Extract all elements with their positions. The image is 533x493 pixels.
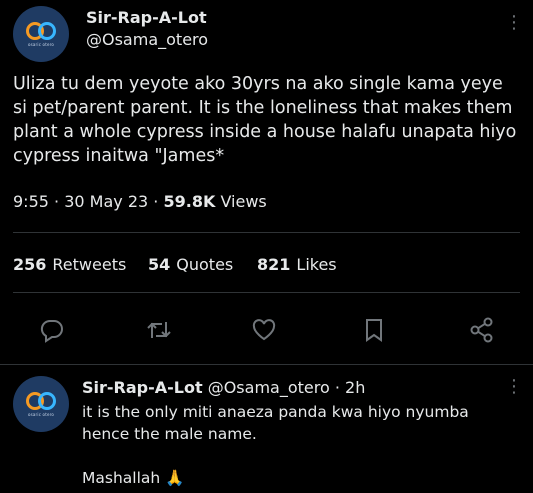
likes-count: 821 xyxy=(257,255,291,274)
reply-more-options-icon[interactable]: ⋮ xyxy=(505,378,523,396)
meta-separator: · xyxy=(54,192,60,211)
quotes-stat[interactable]: 54 Quotes xyxy=(148,255,233,274)
reply-author-name[interactable]: Sir-Rap-A-Lot xyxy=(82,378,203,397)
like-icon[interactable] xyxy=(251,318,277,342)
reply-author-avatar[interactable]: osaric otero xyxy=(13,376,69,432)
reply-author-handle[interactable]: @Osama_otero xyxy=(208,378,330,397)
reply-text-2: Mashallah 🙏 xyxy=(82,467,184,489)
retweet-icon[interactable] xyxy=(145,317,173,343)
divider xyxy=(13,292,520,293)
avatar-caption: osaric otero xyxy=(27,411,55,417)
views-label: Views xyxy=(220,192,267,211)
reply-separator: · xyxy=(334,378,340,397)
avatar-logo-icon xyxy=(24,391,58,410)
bookmark-icon[interactable] xyxy=(363,317,385,343)
tweet-meta: 9:55 · 30 May 23 · 59.8K Views xyxy=(13,192,267,211)
tweet-time[interactable]: 9:55 xyxy=(13,192,49,211)
author-avatar[interactable]: osaric otero xyxy=(13,6,69,62)
share-icon[interactable] xyxy=(468,316,496,344)
reply-header: Sir-Rap-A-Lot @Osama_otero · 2h xyxy=(82,378,365,397)
retweets-label: Retweets xyxy=(52,255,127,274)
avatar-logo-icon xyxy=(24,21,58,40)
praying-hands-icon: 🙏 xyxy=(165,469,185,487)
more-options-icon[interactable]: ⋮ xyxy=(505,14,523,32)
likes-label: Likes xyxy=(296,255,337,274)
retweets-stat[interactable]: 256 Retweets xyxy=(13,255,126,274)
tweet-date[interactable]: 30 May 23 xyxy=(64,192,148,211)
author-name[interactable]: Sir-Rap-A-Lot xyxy=(86,8,207,27)
views-count: 59.8K xyxy=(163,192,216,211)
quotes-count: 54 xyxy=(148,255,171,274)
quotes-label: Quotes xyxy=(176,255,234,274)
retweets-count: 256 xyxy=(13,255,47,274)
likes-stat[interactable]: 821 Likes xyxy=(257,255,337,274)
divider xyxy=(0,364,533,365)
avatar-caption: osaric otero xyxy=(27,41,55,47)
reply-text-line: Mashallah xyxy=(82,469,161,487)
author-handle[interactable]: @Osama_otero xyxy=(86,30,208,49)
meta-separator: · xyxy=(153,192,159,211)
reply-age[interactable]: 2h xyxy=(345,378,365,397)
reply-icon[interactable] xyxy=(39,317,65,343)
divider xyxy=(13,232,520,233)
reply-text: it is the only miti anaeza panda kwa hiy… xyxy=(82,403,469,443)
tweet-text: Uliza tu dem yeyote ako 30yrs na ako sin… xyxy=(13,74,517,166)
